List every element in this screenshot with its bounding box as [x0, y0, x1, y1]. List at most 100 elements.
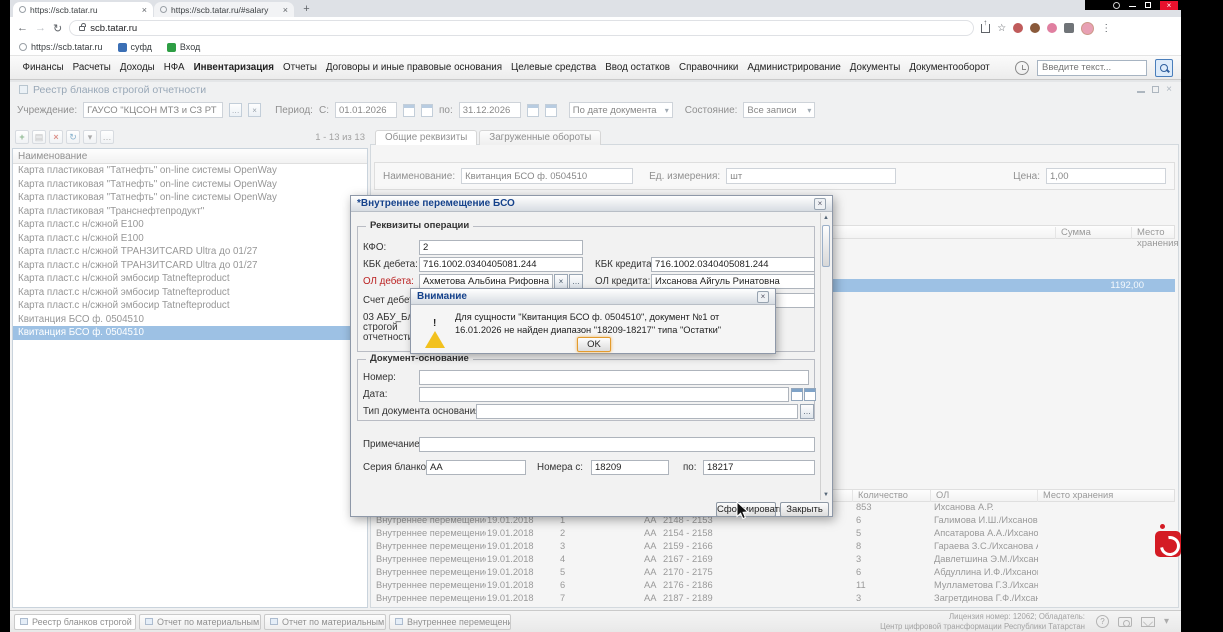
new-tab-button[interactable]: [300, 3, 313, 16]
doc-number-label: Номер:: [363, 372, 396, 383]
menu-item[interactable]: Справочники: [675, 62, 743, 73]
dialog-scrollbar[interactable]: [820, 213, 831, 500]
fieldset-legend: Реквизиты операции: [366, 220, 474, 231]
note-label: Примечание:: [363, 439, 423, 450]
internal-move-dialog: *Внутреннее перемещение БСО Реквизиты оп…: [350, 195, 833, 517]
menu-item[interactable]: Расчеты: [68, 62, 115, 73]
calendar-icon[interactable]: [804, 388, 816, 401]
kbk-debit-input[interactable]: [419, 257, 583, 272]
kfo-label: КФО:: [363, 242, 387, 253]
extension-icon[interactable]: [1013, 23, 1024, 33]
extension-icon[interactable]: [1030, 23, 1041, 33]
ok-button[interactable]: OK: [577, 337, 611, 352]
menu-item[interactable]: Ввод остатков: [601, 62, 675, 73]
bookmark-favicon-icon: [117, 42, 127, 52]
alert-message: Для сущности "Квитанция БСО ф. 0504510",…: [455, 312, 722, 336]
menu-item[interactable]: Целевые средства: [507, 62, 601, 73]
ol-debit-input[interactable]: [419, 274, 553, 289]
series-label: Серия бланков:: [363, 462, 434, 473]
window-minimize-button[interactable]: [1129, 3, 1136, 7]
alert-close-icon[interactable]: [757, 290, 769, 303]
doc-type-lookup-button[interactable]: …: [800, 404, 814, 419]
menu-item[interactable]: Финансы: [18, 62, 68, 73]
menu-item[interactable]: Документооборот: [905, 62, 994, 73]
alert-titlebar[interactable]: Внимание: [411, 289, 775, 305]
menu-item[interactable]: Инвентаризация: [189, 62, 278, 73]
forward-icon[interactable]: →: [35, 22, 46, 34]
browser-tabstrip: https://scb.tatar.ru https://scb.tatar.r…: [10, 0, 1181, 17]
menu-item[interactable]: Администрирование: [743, 62, 845, 73]
window-close-button[interactable]: ×: [1160, 0, 1178, 10]
ol-credit-input[interactable]: [651, 274, 815, 289]
extension-icon[interactable]: [1047, 23, 1058, 33]
menu-item[interactable]: НФА: [159, 62, 189, 73]
menu-item[interactable]: Документы: [845, 62, 905, 73]
tab-title: https://scb.tatar.ru: [30, 4, 98, 15]
menu-item[interactable]: Доходы: [115, 62, 159, 73]
reload-icon[interactable]: ↻: [53, 22, 62, 35]
window-maximize-button[interactable]: [1145, 2, 1151, 8]
globe-icon: [19, 43, 27, 51]
search-button[interactable]: [1155, 58, 1173, 77]
bookmark-label: суфд: [130, 42, 152, 52]
numbers-to-label: по:: [683, 462, 697, 473]
screen: https://scb.tatar.ru https://scb.tatar.r…: [0, 0, 1223, 632]
doc-number-input[interactable]: [419, 370, 809, 385]
bookmark-item[interactable]: https://scb.tatar.ru: [19, 42, 103, 52]
bookmark-favicon-icon: [166, 42, 176, 52]
lock-icon: [79, 22, 86, 31]
dialog-close-icon[interactable]: [814, 197, 826, 210]
global-search-input[interactable]: [1037, 59, 1147, 76]
bookmark-label: https://scb.tatar.ru: [31, 42, 103, 52]
extensions-puzzle-icon[interactable]: [1064, 23, 1075, 33]
ol-debit-clear-button[interactable]: ×: [554, 274, 568, 289]
browser-navbar: ← → ↻ scb.tatar.ru: [10, 17, 1181, 39]
profile-avatar[interactable]: [1081, 21, 1095, 35]
back-icon[interactable]: ←: [17, 22, 28, 34]
bookmark-label: Вход: [179, 42, 201, 52]
note-input[interactable]: [419, 437, 815, 452]
numbers-to-input[interactable]: [703, 460, 815, 475]
clock-icon[interactable]: [1015, 60, 1029, 75]
tab-favicon-icon: [160, 6, 167, 13]
mouse-cursor: [736, 501, 749, 520]
red-widget-badge[interactable]: [1155, 524, 1181, 557]
doc-type-input[interactable]: [476, 404, 798, 419]
bookmark-star-icon[interactable]: [997, 23, 1006, 34]
doc-date-label: Дата:: [363, 389, 388, 400]
calendar-icon[interactable]: [791, 388, 803, 401]
scroll-down-icon[interactable]: [821, 490, 831, 500]
numbers-from-label: Номера с:: [537, 462, 583, 473]
scroll-thumb[interactable]: [822, 225, 830, 267]
close-button[interactable]: Закрыть: [780, 502, 829, 517]
menu-item[interactable]: Договоры и иные правовые основания: [321, 62, 506, 73]
bookmark-item[interactable]: суфд: [117, 42, 152, 52]
tab-favicon-icon: [19, 6, 26, 13]
browser-menu-icon[interactable]: [1101, 23, 1111, 34]
browser-tab-2[interactable]: https://scb.tatar.ru/#salary: [154, 2, 294, 17]
address-bar[interactable]: scb.tatar.ru: [69, 20, 975, 36]
abu-label: отчетности:: [363, 332, 416, 343]
browser-tab-1[interactable]: https://scb.tatar.ru: [13, 2, 153, 17]
kbk-credit-input[interactable]: [651, 257, 815, 272]
kbk-credit-label: КБК кредита:: [595, 259, 655, 270]
tab-close-icon[interactable]: [142, 5, 147, 15]
doc-date-input[interactable]: [419, 387, 789, 402]
app-menubar: Финансы Расчеты Доходы НФА Инвентаризаци…: [10, 56, 1181, 80]
kbk-debit-label: КБК дебета:: [363, 259, 418, 270]
menu-item[interactable]: Отчеты: [279, 62, 322, 73]
warning-dialog: Внимание ! Для сущности "Квитанция БСО ф…: [410, 288, 776, 354]
series-input[interactable]: [426, 460, 526, 475]
dialog-titlebar[interactable]: *Внутреннее перемещение БСО: [351, 196, 832, 212]
fieldset-legend: Документ-основание: [366, 353, 473, 364]
tab-title: https://scb.tatar.ru/#salary: [171, 4, 269, 15]
tab-close-icon[interactable]: [283, 5, 288, 15]
scroll-up-icon[interactable]: [821, 213, 831, 223]
ol-debit-lookup-button[interactable]: …: [569, 274, 583, 289]
share-icon[interactable]: [981, 18, 991, 33]
numbers-from-input[interactable]: [591, 460, 669, 475]
kfo-input[interactable]: [419, 240, 583, 255]
ol-credit-label: ОЛ кредита:: [595, 276, 651, 287]
doc-type-label: Тип документа основания:: [363, 406, 484, 417]
bookmark-item[interactable]: Вход: [166, 42, 201, 52]
